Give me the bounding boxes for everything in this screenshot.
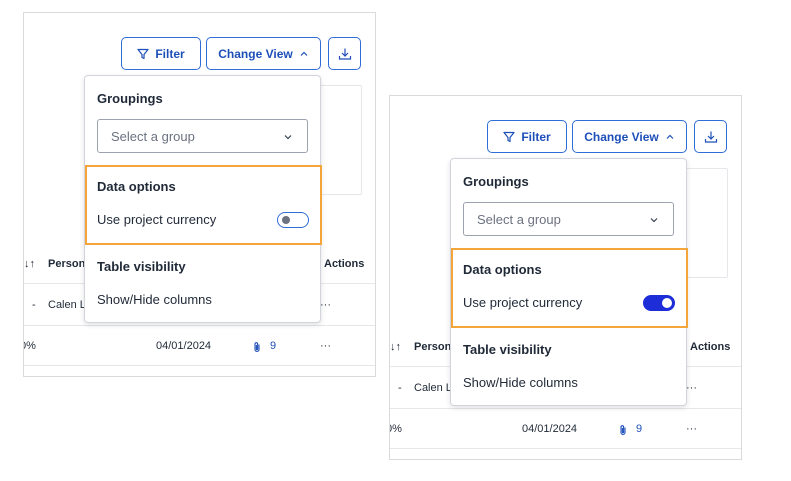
paperclip-icon[interactable]	[252, 341, 262, 353]
filter-button-label: Filter	[521, 129, 551, 144]
row-divider	[24, 365, 375, 366]
download-button[interactable]	[328, 37, 361, 70]
row-person: Calen L	[48, 299, 86, 311]
row-date: 04/01/2024	[522, 423, 578, 435]
row-attachment-count[interactable]: 9	[270, 340, 276, 352]
row-percent: 0%	[390, 423, 402, 435]
chevron-down-icon	[284, 135, 292, 140]
table-visibility-title: Table visibility	[97, 259, 186, 274]
filter-button-label: Filter	[155, 46, 185, 61]
column-header-person[interactable]: Person	[414, 341, 451, 353]
row-more-button[interactable]: ···	[320, 299, 331, 311]
change-view-button[interactable]: Change View	[572, 120, 687, 153]
column-header-person[interactable]: Person	[48, 258, 85, 270]
groupings-title: Groupings	[463, 174, 529, 189]
project-currency-toggle[interactable]	[277, 212, 309, 228]
screenshot-panel-after: Filter Change View ↓↑ Person Actions - C…	[389, 95, 742, 460]
row-more-button[interactable]: ···	[686, 423, 697, 435]
row-person: Calen L	[414, 382, 452, 394]
download-button[interactable]	[694, 120, 727, 153]
column-header-actions: Actions	[690, 341, 731, 353]
change-view-label: Change View	[218, 46, 293, 61]
table-visibility-title: Table visibility	[463, 342, 552, 357]
row-more-button[interactable]: ···	[686, 382, 697, 394]
row-divider	[24, 325, 375, 326]
show-hide-columns-item[interactable]: Show/Hide columns	[463, 375, 578, 390]
data-options-highlight	[451, 248, 688, 328]
sort-icon[interactable]: ↓↑	[390, 341, 401, 353]
filter-button[interactable]: Filter	[487, 120, 567, 153]
show-hide-columns-item[interactable]: Show/Hide columns	[97, 292, 212, 307]
groupings-title: Groupings	[97, 91, 163, 106]
table-row[interactable]: 0% 04/01/2024 9 ···	[24, 340, 375, 360]
chevron-up-icon	[666, 134, 674, 139]
project-currency-toggle[interactable]	[643, 295, 675, 311]
filter-button[interactable]: Filter	[121, 37, 201, 70]
change-view-menu: Groupings Select a group Data options Us…	[84, 75, 322, 323]
column-header-actions: Actions	[324, 258, 365, 270]
change-view-button[interactable]: Change View	[206, 37, 321, 70]
row-more-button[interactable]: ···	[320, 340, 331, 352]
toggle-knob	[662, 298, 672, 308]
project-currency-label: Use project currency	[463, 295, 583, 310]
download-icon	[338, 48, 351, 60]
row-dash: -	[32, 299, 36, 311]
row-divider	[390, 448, 741, 449]
sort-icon[interactable]: ↓↑	[24, 258, 35, 270]
row-attachment-count[interactable]: 9	[636, 423, 642, 435]
filter-icon	[137, 48, 149, 59]
group-select-placeholder: Select a group	[111, 128, 195, 144]
row-divider	[390, 408, 741, 409]
screenshot-panel-before: Filter Change View ↓↑ Person Actions - C…	[23, 12, 376, 377]
chevron-up-icon	[300, 51, 308, 56]
group-select[interactable]: Select a group	[97, 119, 308, 153]
change-view-label: Change View	[584, 129, 659, 144]
project-currency-label: Use project currency	[97, 212, 217, 227]
data-options-title: Data options	[463, 262, 542, 277]
row-dash: -	[398, 382, 402, 394]
paperclip-icon[interactable]	[618, 424, 628, 436]
data-options-highlight	[85, 165, 322, 245]
table-row[interactable]: 0% 04/01/2024 9 ···	[390, 423, 741, 443]
data-options-title: Data options	[97, 179, 176, 194]
chevron-down-icon	[650, 218, 658, 223]
download-icon	[704, 131, 717, 143]
change-view-menu: Groupings Select a group Data options Us…	[450, 158, 688, 406]
toggle-knob	[282, 216, 290, 224]
group-select-placeholder: Select a group	[477, 211, 561, 227]
group-select[interactable]: Select a group	[463, 202, 674, 236]
row-date: 04/01/2024	[156, 340, 212, 352]
filter-icon	[503, 131, 515, 142]
row-percent: 0%	[24, 340, 36, 352]
